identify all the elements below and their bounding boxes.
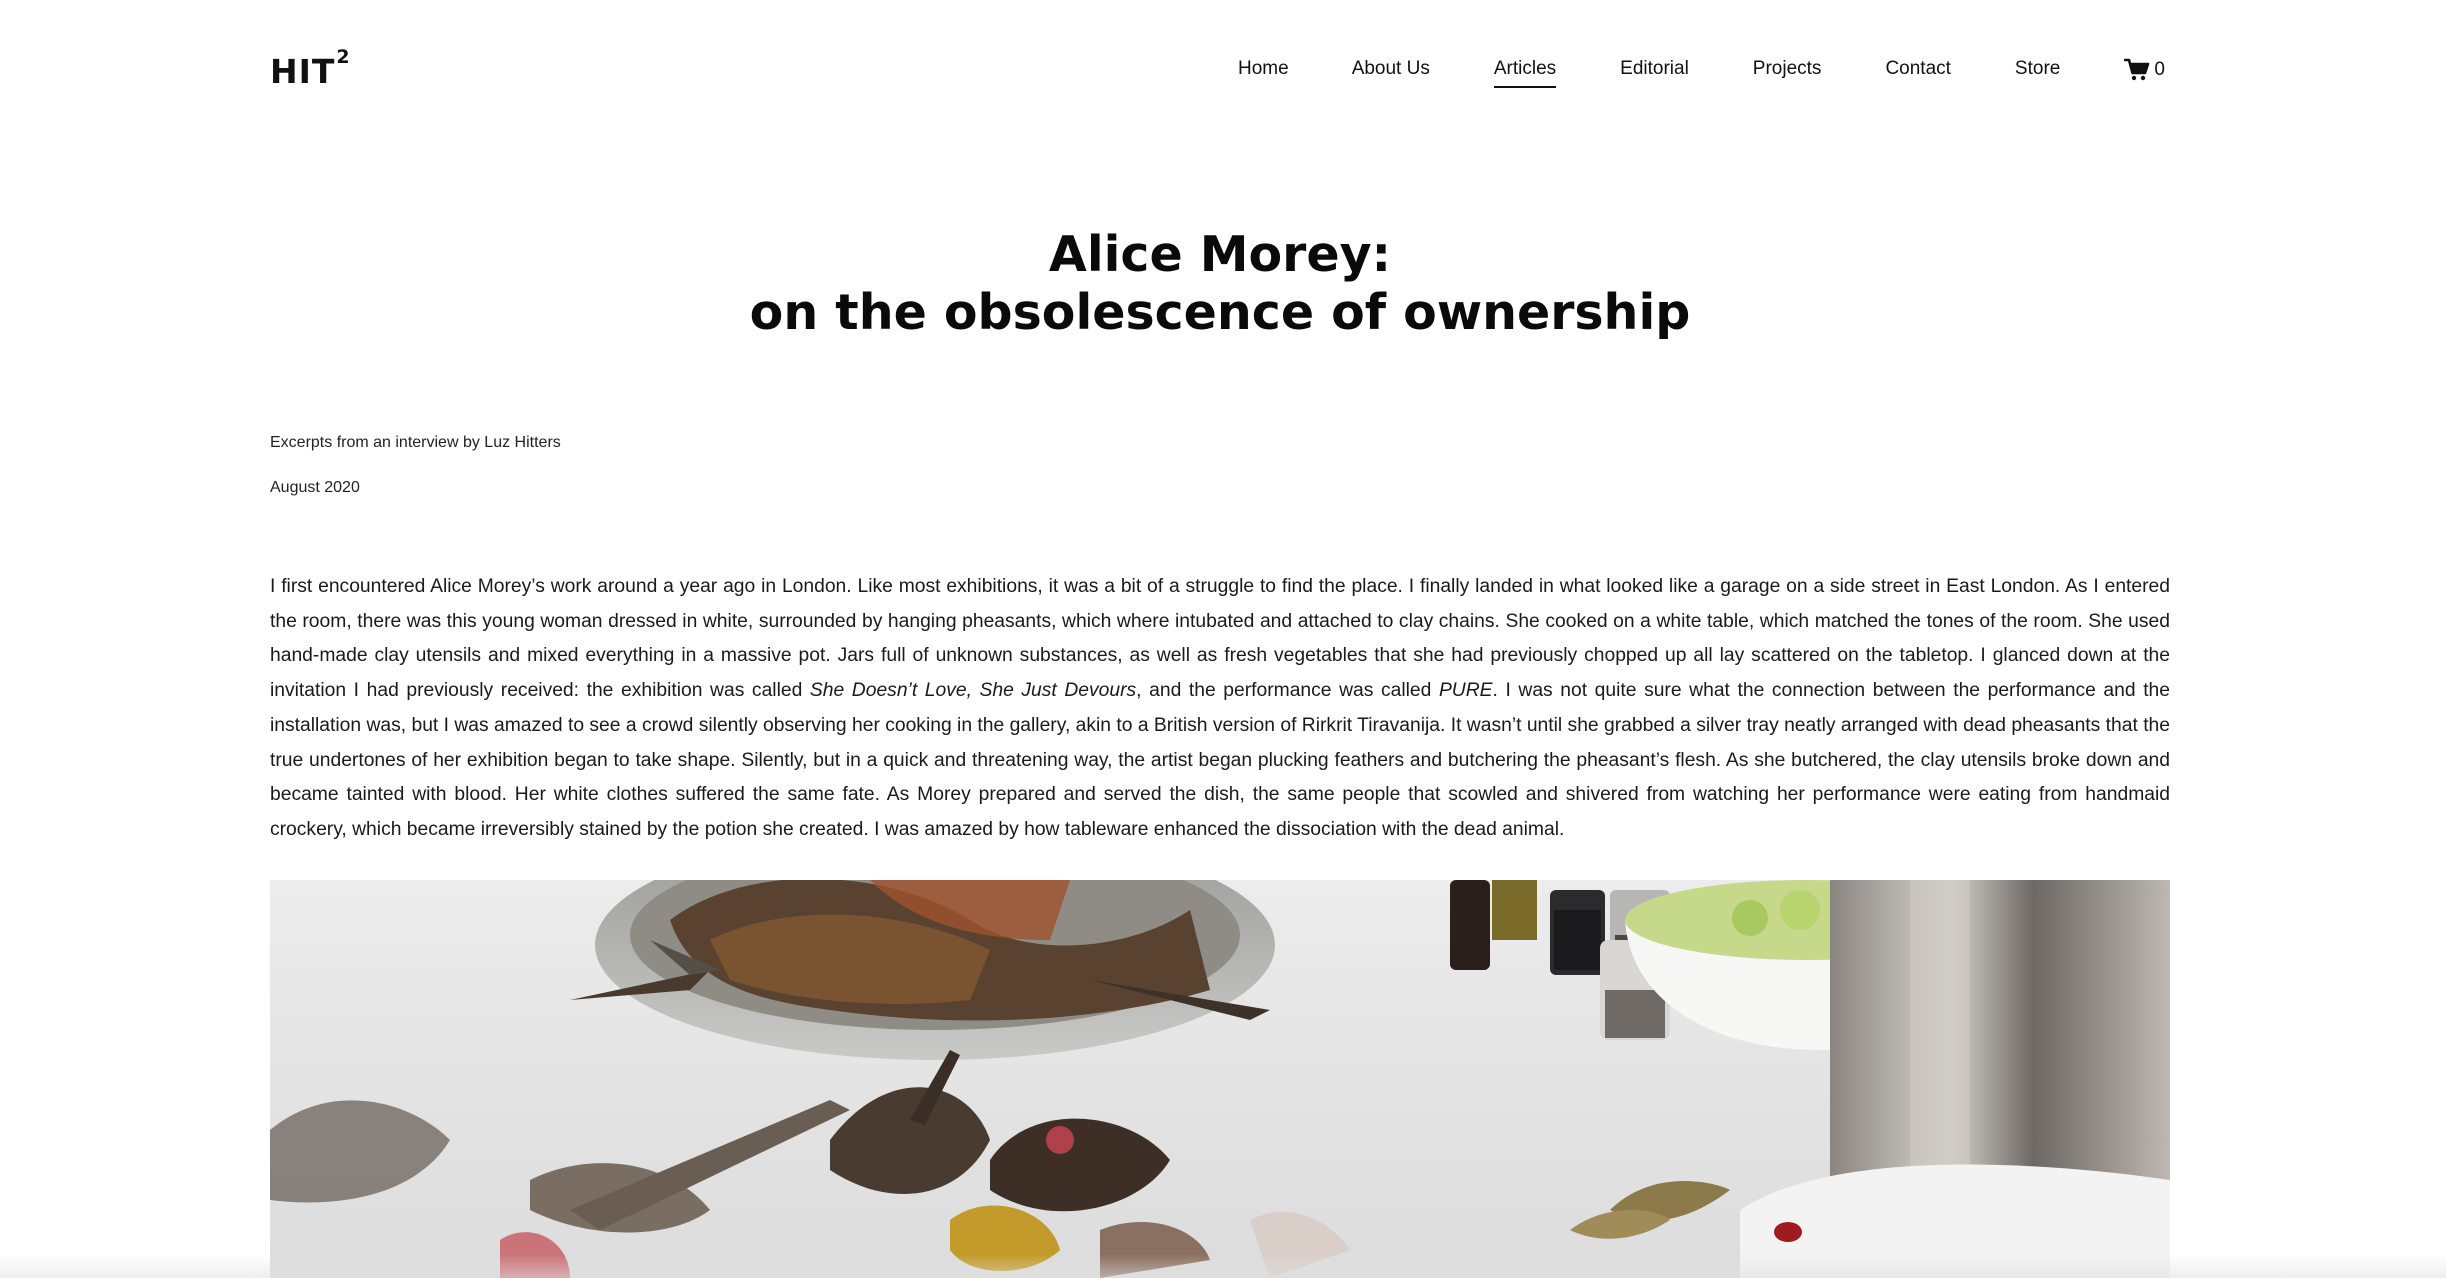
article-photo [270, 880, 2170, 1278]
title-line-2: on the obsolescence of ownership [749, 284, 1691, 341]
nav-about-us[interactable]: About Us [1352, 58, 1430, 86]
nav-home[interactable]: Home [1238, 58, 1289, 86]
bottom-shadow [0, 1254, 2446, 1278]
cart-button[interactable]: 0 [2124, 58, 2165, 82]
nav-store[interactable]: Store [2015, 58, 2060, 86]
article-date: August 2020 [270, 479, 360, 496]
performance-title: PURE [1438, 680, 1493, 702]
logo-text: HIT [270, 52, 336, 91]
main-nav: Home About Us Articles Editorial Project… [1238, 58, 2165, 92]
article-byline: Excerpts from an interview by Luz Hitter… [270, 434, 561, 451]
article-paragraph: I first encountered Alice Morey’s work a… [270, 570, 2170, 848]
paragraph-text-2: , and the performance was called [1136, 680, 1439, 702]
photo-illustration [270, 880, 2170, 1278]
nav-projects[interactable]: Projects [1753, 58, 1822, 86]
site-logo[interactable]: HIT2 [270, 46, 351, 91]
shopping-cart-icon [2124, 58, 2150, 81]
nav-contact[interactable]: Contact [1885, 58, 1950, 86]
article-title: Alice Morey: on the obsolescence of owne… [270, 226, 2170, 342]
page: HIT2 Home About Us Articles Editorial Pr… [0, 0, 2446, 1278]
title-line-1: Alice Morey: [1048, 226, 1392, 283]
nav-editorial[interactable]: Editorial [1620, 58, 1689, 86]
logo-superscript: 2 [336, 46, 351, 68]
paragraph-text-3: . I was not quite sure what the connecti… [270, 680, 2170, 840]
cart-count: 0 [2154, 59, 2165, 80]
exhibition-title: She Doesn’t Love, She Just Devours [809, 680, 1137, 702]
nav-articles[interactable]: Articles [1493, 58, 1557, 88]
